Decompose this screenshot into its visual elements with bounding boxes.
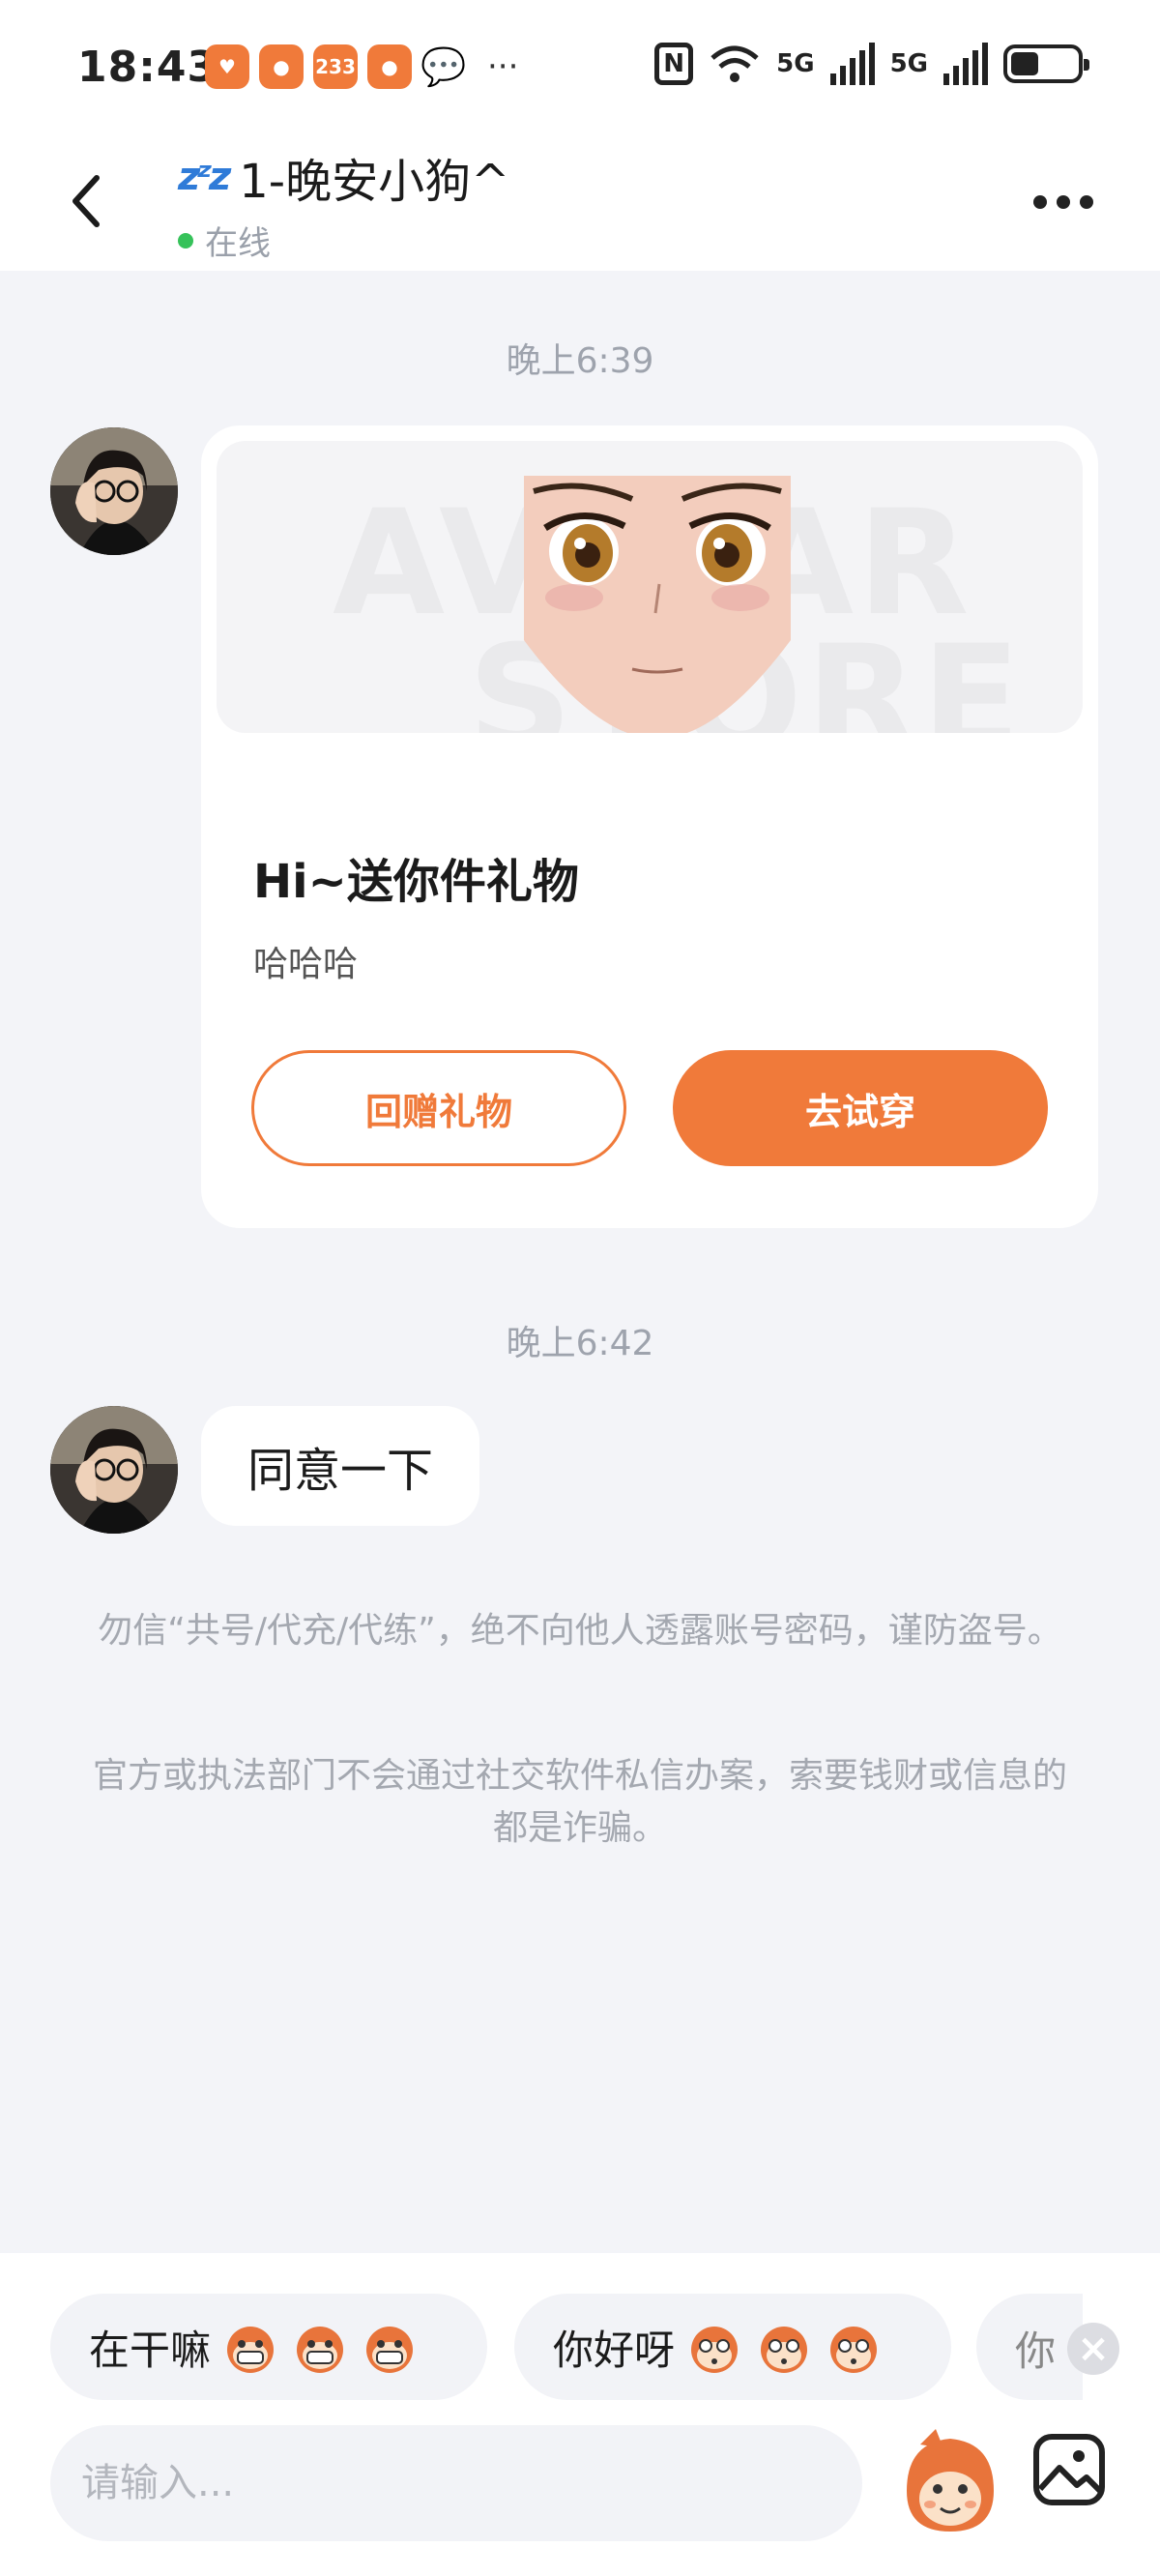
wifi-icon [710,45,759,82]
security-notice: 勿信“共号/代充/代练”，绝不向他人透露账号密码，谨防盗号。 [98,1611,1062,1651]
more-options-button[interactable] [1025,178,1102,226]
monkey-emoji-icon [691,2327,739,2373]
message-bubble[interactable]: 同意一下 [201,1406,480,1526]
back-button[interactable] [58,162,116,240]
more-dot-icon [1080,195,1093,209]
status-bar: 18:43 ♥ ● 233 ● 💬 ··· N 5G 5G [0,0,1160,135]
quick-reply-text: 在干嘛 [89,2326,212,2374]
try-on-button[interactable]: 去试穿 [673,1050,1048,1166]
monkey-emoji-icon [227,2327,275,2373]
online-status: 在线 [178,217,509,264]
close-quick-replies-button[interactable]: × [1067,2323,1119,2375]
wechat-icon: 💬 [420,44,467,88]
online-dot-icon [178,232,193,249]
chat-header: zᶻz 1-晚安小狗^ 在线 [0,135,1160,271]
avatar-photo [50,1406,178,1534]
composer-area: 在干嘛 你好呀 你 × [0,2253,1160,2576]
chat-title-block[interactable]: zᶻz 1-晚安小狗^ 在线 [178,143,509,264]
online-status-label: 在线 [205,224,271,263]
gift-card: AVATAR STORE Hi~送你件礼物 哈哈哈 回赠礼物 去试穿 [201,425,1098,1228]
status-time: 18:43 [77,43,218,92]
timestamp: 晚上6:39 [506,341,654,381]
heart-app-icon: ♥ [205,44,249,89]
signal-icon-2 [943,43,988,85]
chat-title: zᶻz 1-晚安小狗^ [178,143,509,211]
signal-icon [829,43,875,85]
monkey-emoji-icon [366,2327,414,2373]
avatar-photo [50,427,178,555]
overflow-dots: ··· [487,47,519,86]
fraud-notice: 官方或执法部门不会通过社交软件私信办案，索要钱财或信息的都是诈骗。 [92,1756,1067,1848]
nfc-icon: N [654,43,694,85]
avatar[interactable] [50,427,178,555]
quick-reply-text: 你好呀 [553,2326,676,2374]
sticker-button[interactable] [897,2423,1003,2539]
battery-icon [1003,44,1089,83]
gift-subtitle: 哈哈哈 [253,945,359,984]
quick-reply-chip[interactable]: 你好呀 [514,2294,951,2400]
system-indicators: N 5G 5G [654,43,1089,85]
more-dot-icon [1057,195,1070,209]
monkey-emoji-icon [761,2327,808,2373]
close-icon: × [1077,2327,1110,2371]
quick-reply-chip[interactable]: 在干嘛 [50,2294,487,2400]
app-233-icon: 233 [313,44,358,89]
network-5g-label: 5G [776,49,815,78]
gift-title: Hi~送你件礼物 [253,855,579,909]
notification-icons: ♥ ● 233 ● 💬 ··· [205,44,518,89]
network-5g-label-2: 5G [889,49,928,78]
gift-preview-image[interactable]: AVATAR STORE [217,441,1083,733]
avatar-face-image [524,476,791,733]
sleep-zzz-icon: zᶻz [178,155,231,199]
more-dot-icon [1033,195,1047,209]
camera-app-icon: ● [259,44,304,89]
monkey-emoji-icon [297,2327,344,2373]
monkey-emoji-icon [830,2327,878,2373]
message-input[interactable] [50,2425,862,2541]
timestamp: 晚上6:42 [506,1324,654,1363]
contact-name: 1-晚安小狗^ [239,155,510,209]
image-picker-icon[interactable] [1032,2433,1106,2506]
avatar[interactable] [50,1406,178,1534]
quick-reply-text: 你 [1015,2327,1057,2375]
camera-app-icon: ● [367,44,412,89]
return-gift-button[interactable]: 回赠礼物 [251,1050,626,1166]
chevron-left-icon [72,175,100,227]
